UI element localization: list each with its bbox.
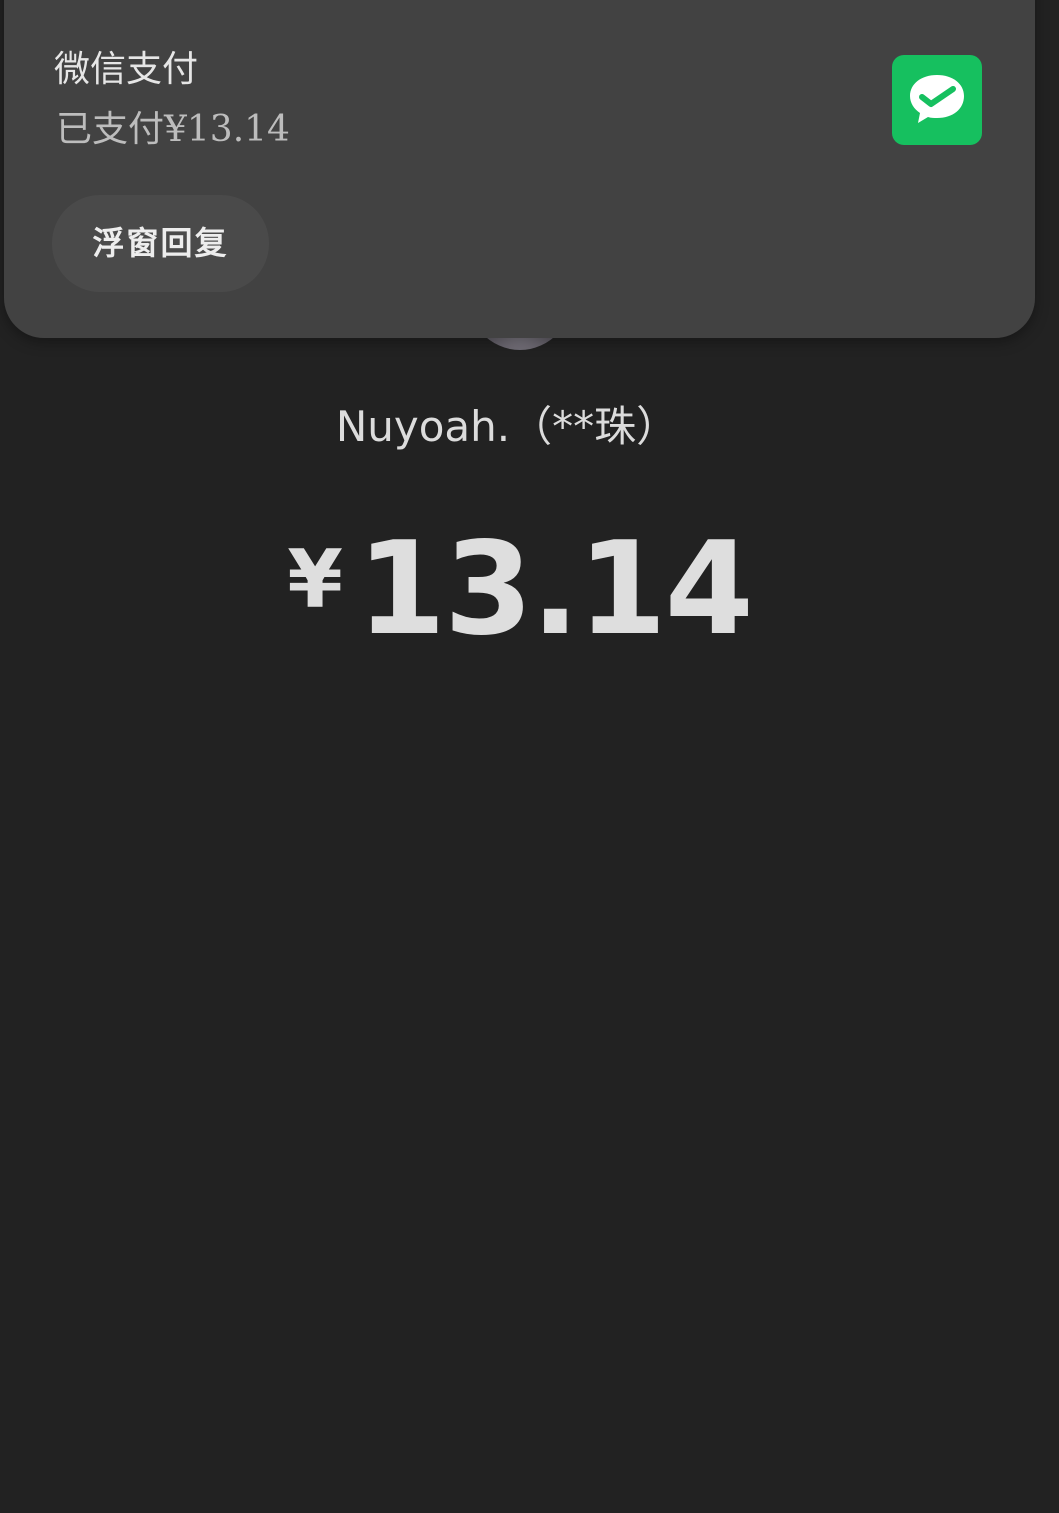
amount-value: 13.14 (356, 515, 754, 664)
notification-message: 已支付¥13.14 (56, 109, 290, 150)
payee-name: Nuyoah.（**珠） (335, 402, 679, 451)
payment-success-screen: Nuyoah.（**珠） ¥13.14 微信支付 已支付¥13.14 浮窗回复 (0, 0, 1059, 1513)
currency-symbol: ¥ (287, 533, 343, 626)
wechat-pay-icon (892, 55, 982, 145)
float-reply-button[interactable]: 浮窗回复 (52, 195, 269, 292)
notification-title: 微信支付 (54, 49, 199, 90)
amount-display: ¥13.14 (0, 515, 1039, 664)
notification-banner[interactable]: 微信支付 已支付¥13.14 浮窗回复 (4, 0, 1035, 338)
